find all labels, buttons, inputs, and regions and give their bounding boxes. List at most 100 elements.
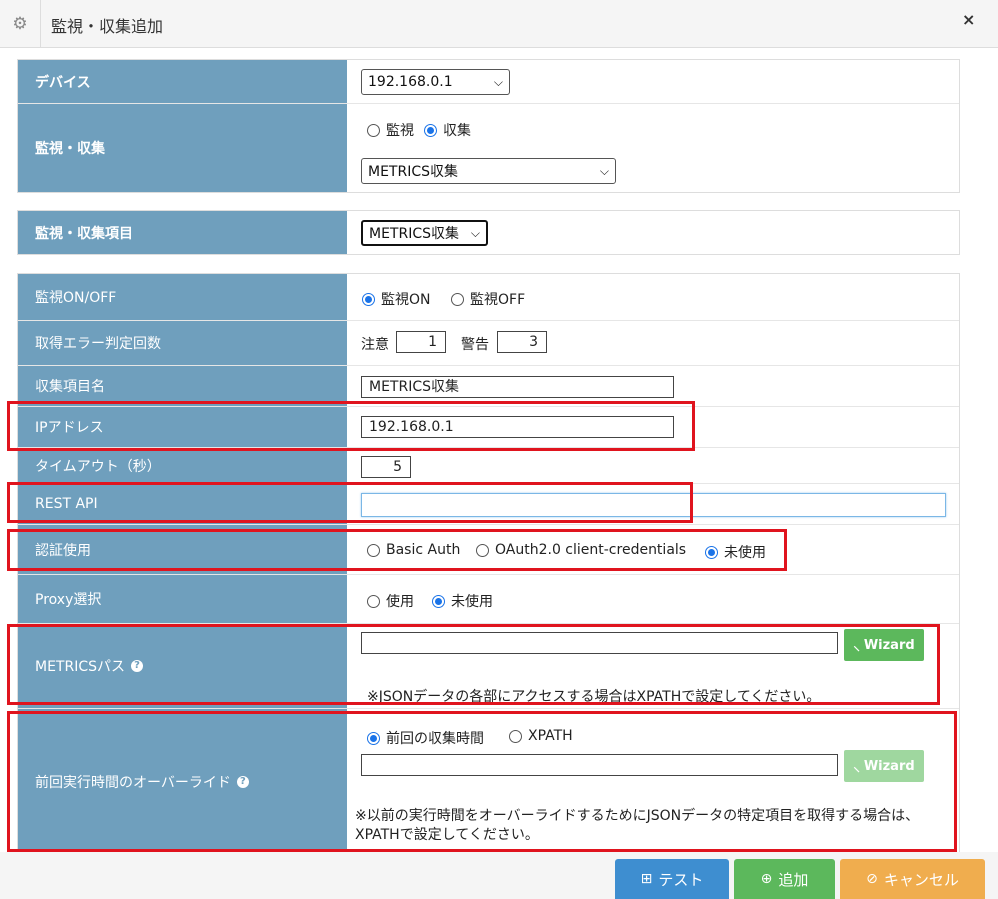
warning-input[interactable]: 3 [497, 331, 547, 353]
metrics-path-row: METRICSパス ? ⸜ Wizard ※JSONデータの各部にアクセスする場… [18, 624, 959, 709]
radio-oauth-button[interactable] [476, 543, 489, 557]
sitemap-icon: ⊞ [640, 871, 653, 887]
plus-circle-icon: ⊕ [760, 871, 773, 887]
radio-monitor-label: 監視 [386, 123, 414, 139]
chevron-down-icon: ⌵ [470, 225, 480, 240]
radio-oauth-label: OAuth2.0 client-credentials [495, 542, 687, 558]
radio-override-xpath-label: XPATH [528, 728, 573, 744]
radio-collect[interactable]: 収集 [424, 120, 471, 140]
timeout-row: タイムアウト（秒） 5 [18, 448, 959, 484]
item-select-value: METRICS収集 [369, 226, 459, 242]
ip-label: IPアドレス [18, 407, 347, 447]
auth-row: 認証使用 Basic Auth OAuth2.0 client-credenti… [18, 525, 959, 575]
error-count-label: 取得エラー判定回数 [18, 321, 347, 365]
metrics-note: ※JSONデータの各部にアクセスする場合はXPATHで設定してください。 [367, 689, 821, 705]
metrics-path-input[interactable] [361, 632, 838, 654]
radio-proxy-none[interactable]: 未使用 [432, 591, 493, 611]
device-select-value: 192.168.0.1 [368, 74, 453, 90]
radio-proxy-none-button[interactable] [432, 594, 445, 608]
radio-monitor[interactable]: 監視 [367, 120, 414, 140]
wand-icon: ⸜ [853, 760, 860, 775]
override-label: 前回実行時間のオーバーライド [35, 774, 231, 791]
radio-override-xpath[interactable]: XPATH [509, 728, 573, 744]
timeout-input[interactable]: 5 [361, 456, 411, 478]
warning-label: 警告 [461, 337, 489, 353]
test-button-label: テスト [658, 870, 704, 889]
onoff-label: 監視ON/OFF [18, 274, 347, 320]
close-icon[interactable]: × [962, 10, 975, 29]
item-label: 監視・収集項目 [18, 211, 347, 254]
metrics-path-label: METRICSパス [35, 659, 125, 675]
proxy-row: Proxy選択 使用 未使用 [18, 575, 959, 624]
radio-off-button[interactable] [451, 292, 464, 306]
radio-auth-none-button[interactable] [705, 545, 718, 559]
name-input[interactable]: METRICS収集 [361, 376, 674, 398]
radio-auth-none-label: 未使用 [724, 545, 766, 561]
gear-icon: ⚙ [12, 14, 28, 34]
device-select[interactable]: 192.168.0.1 ⌵ [361, 69, 510, 95]
titlebar-divider [40, 0, 41, 48]
radio-on-label: 監視ON [381, 292, 431, 308]
name-label: 収集項目名 [18, 366, 347, 406]
chevron-down-icon: ⌵ [599, 163, 609, 178]
radio-override-xpath-button[interactable] [509, 729, 522, 743]
override-wizard-button[interactable]: ⸜ Wizard [844, 750, 924, 782]
collect-type-value: METRICS収集 [368, 164, 458, 180]
device-label: デバイス [18, 60, 347, 103]
radio-override-prev-button[interactable] [367, 731, 380, 745]
radio-proxy-use-label: 使用 [386, 594, 414, 610]
radio-on-button[interactable] [362, 292, 375, 306]
error-count-row: 取得エラー判定回数 注意 1 警告 3 [18, 321, 959, 366]
rest-api-label: REST API [18, 484, 347, 524]
test-button[interactable]: ⊞ テスト [615, 859, 729, 899]
monitor-collect-label: 監視・収集 [18, 104, 347, 192]
question-icon[interactable]: ? [236, 775, 249, 788]
wand-icon: ⸜ [853, 639, 860, 654]
radio-proxy-none-label: 未使用 [451, 594, 493, 610]
override-input[interactable] [361, 754, 838, 776]
radio-monitor-off[interactable]: 監視OFF [451, 289, 525, 309]
item-row: 監視・収集項目 METRICS収集 ⌵ [18, 211, 959, 254]
ip-input[interactable]: 192.168.0.1 [361, 416, 674, 438]
collect-type-select[interactable]: METRICS収集 ⌵ [361, 158, 616, 184]
radio-collect-button[interactable] [424, 123, 437, 137]
radio-basic-label: Basic Auth [386, 542, 461, 558]
metrics-path-label-cell: METRICSパス ? [18, 624, 347, 708]
monitor-collect-row: 監視・収集 監視 収集 METRICS収集 ⌵ [18, 104, 959, 192]
add-button-label: 追加 [778, 870, 809, 889]
settings-section: 監視ON/OFF 監視ON 監視OFF 取得エラー判定回数 注意 1 警告 3 … [17, 273, 960, 854]
item-select[interactable]: METRICS収集 ⌵ [361, 220, 488, 246]
add-button[interactable]: ⊕ 追加 [734, 859, 835, 899]
radio-auth-none[interactable]: 未使用 [705, 542, 766, 562]
radio-override-prev[interactable]: 前回の収集時間 [367, 728, 484, 748]
auth-label: 認証使用 [18, 525, 347, 574]
radio-monitor-on[interactable]: 監視ON [362, 289, 431, 309]
item-section: 監視・収集項目 METRICS収集 ⌵ [17, 210, 960, 255]
override-note: ※以前の実行時間をオーバーライドするためにJSONデータの特定項目を取得する場合… [355, 808, 920, 843]
radio-proxy-use[interactable]: 使用 [367, 591, 414, 611]
radio-off-label: 監視OFF [470, 292, 526, 308]
ip-row: IPアドレス 192.168.0.1 [18, 407, 959, 448]
cancel-button[interactable]: ⊘ キャンセル [840, 859, 985, 899]
radio-monitor-button[interactable] [367, 123, 380, 137]
caution-label: 注意 [361, 337, 389, 353]
radio-basic-auth[interactable]: Basic Auth [367, 542, 460, 558]
device-row: デバイス 192.168.0.1 ⌵ [18, 60, 959, 104]
radio-override-prev-label: 前回の収集時間 [386, 731, 484, 747]
radio-proxy-use-button[interactable] [367, 594, 380, 608]
dialog-title: 監視・収集追加 [51, 17, 164, 36]
dialog-titlebar: ⚙ 監視・収集追加 × [0, 0, 998, 48]
metrics-wizard-button[interactable]: ⸜ Wizard [844, 629, 924, 661]
caution-input[interactable]: 1 [396, 331, 446, 353]
cancel-button-label: キャンセル [883, 870, 959, 889]
radio-basic-button[interactable] [367, 543, 380, 557]
device-section: デバイス 192.168.0.1 ⌵ 監視・収集 監視 収集 METRICS収集… [17, 59, 960, 193]
onoff-row: 監視ON/OFF 監視ON 監視OFF [18, 274, 959, 321]
radio-collect-label: 収集 [443, 123, 471, 139]
radio-oauth[interactable]: OAuth2.0 client-credentials [476, 542, 686, 558]
rest-api-row: REST API [18, 484, 959, 525]
rest-api-input[interactable] [361, 493, 946, 517]
timeout-label: タイムアウト（秒） [18, 448, 347, 483]
ban-icon: ⊘ [866, 871, 878, 887]
question-icon[interactable]: ? [131, 660, 143, 672]
